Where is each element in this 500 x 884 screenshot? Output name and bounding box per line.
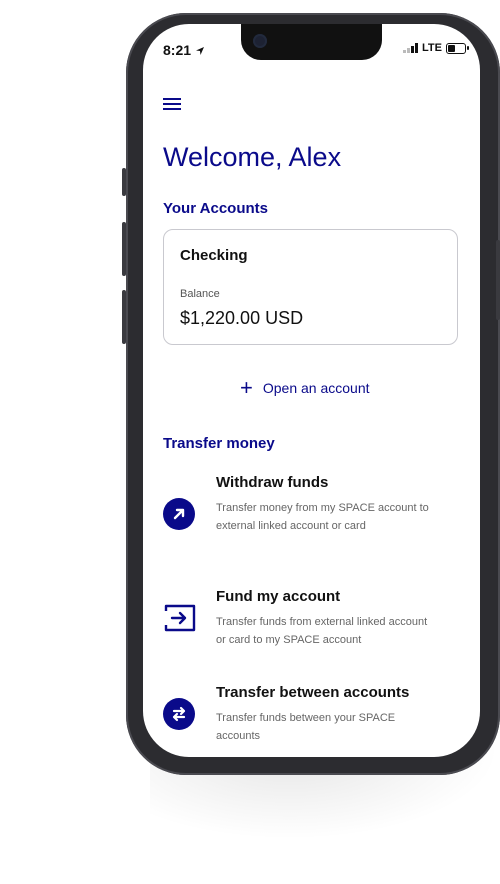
checking-account-card[interactable]: Checking Balance $1,220.00 USD xyxy=(163,229,458,345)
mute-switch xyxy=(122,168,126,196)
fund-account-title: Fund my account xyxy=(216,588,341,605)
withdraw-funds-title: Withdraw funds xyxy=(216,474,329,491)
volume-down-button xyxy=(122,290,126,344)
fund-account-desc: Transfer funds from external linked acco… xyxy=(216,616,428,646)
balance-value: $1,220.00 USD xyxy=(180,308,304,328)
power-button xyxy=(496,240,500,320)
swap-arrows-icon xyxy=(163,698,195,730)
volume-up-button xyxy=(122,222,126,276)
fund-in-icon xyxy=(163,603,196,635)
withdraw-funds-desc: Transfer money from my SPACE account to … xyxy=(216,502,429,532)
welcome-heading: Welcome, Alex xyxy=(163,142,342,172)
transfer-between-desc: Transfer funds between your SPACE accoun… xyxy=(216,712,396,742)
open-account-button[interactable]: + Open an account xyxy=(240,375,370,400)
phone-screen: 8:21 LTE Welcome, Alex Your Accounts Che… xyxy=(143,24,480,757)
accounts-section-title: Your Accounts xyxy=(163,200,269,217)
account-name: Checking xyxy=(180,247,248,264)
arrow-up-right-icon xyxy=(163,498,195,530)
open-account-label: Open an account xyxy=(262,380,370,396)
transfer-between-title: Transfer between accounts xyxy=(216,684,410,701)
app-content: Welcome, Alex Your Accounts Checking Bal… xyxy=(143,24,480,757)
hamburger-menu-icon[interactable] xyxy=(163,98,183,112)
plus-icon: + xyxy=(240,375,253,400)
balance-label: Balance xyxy=(180,288,220,300)
transfer-section-title: Transfer money xyxy=(163,435,275,452)
